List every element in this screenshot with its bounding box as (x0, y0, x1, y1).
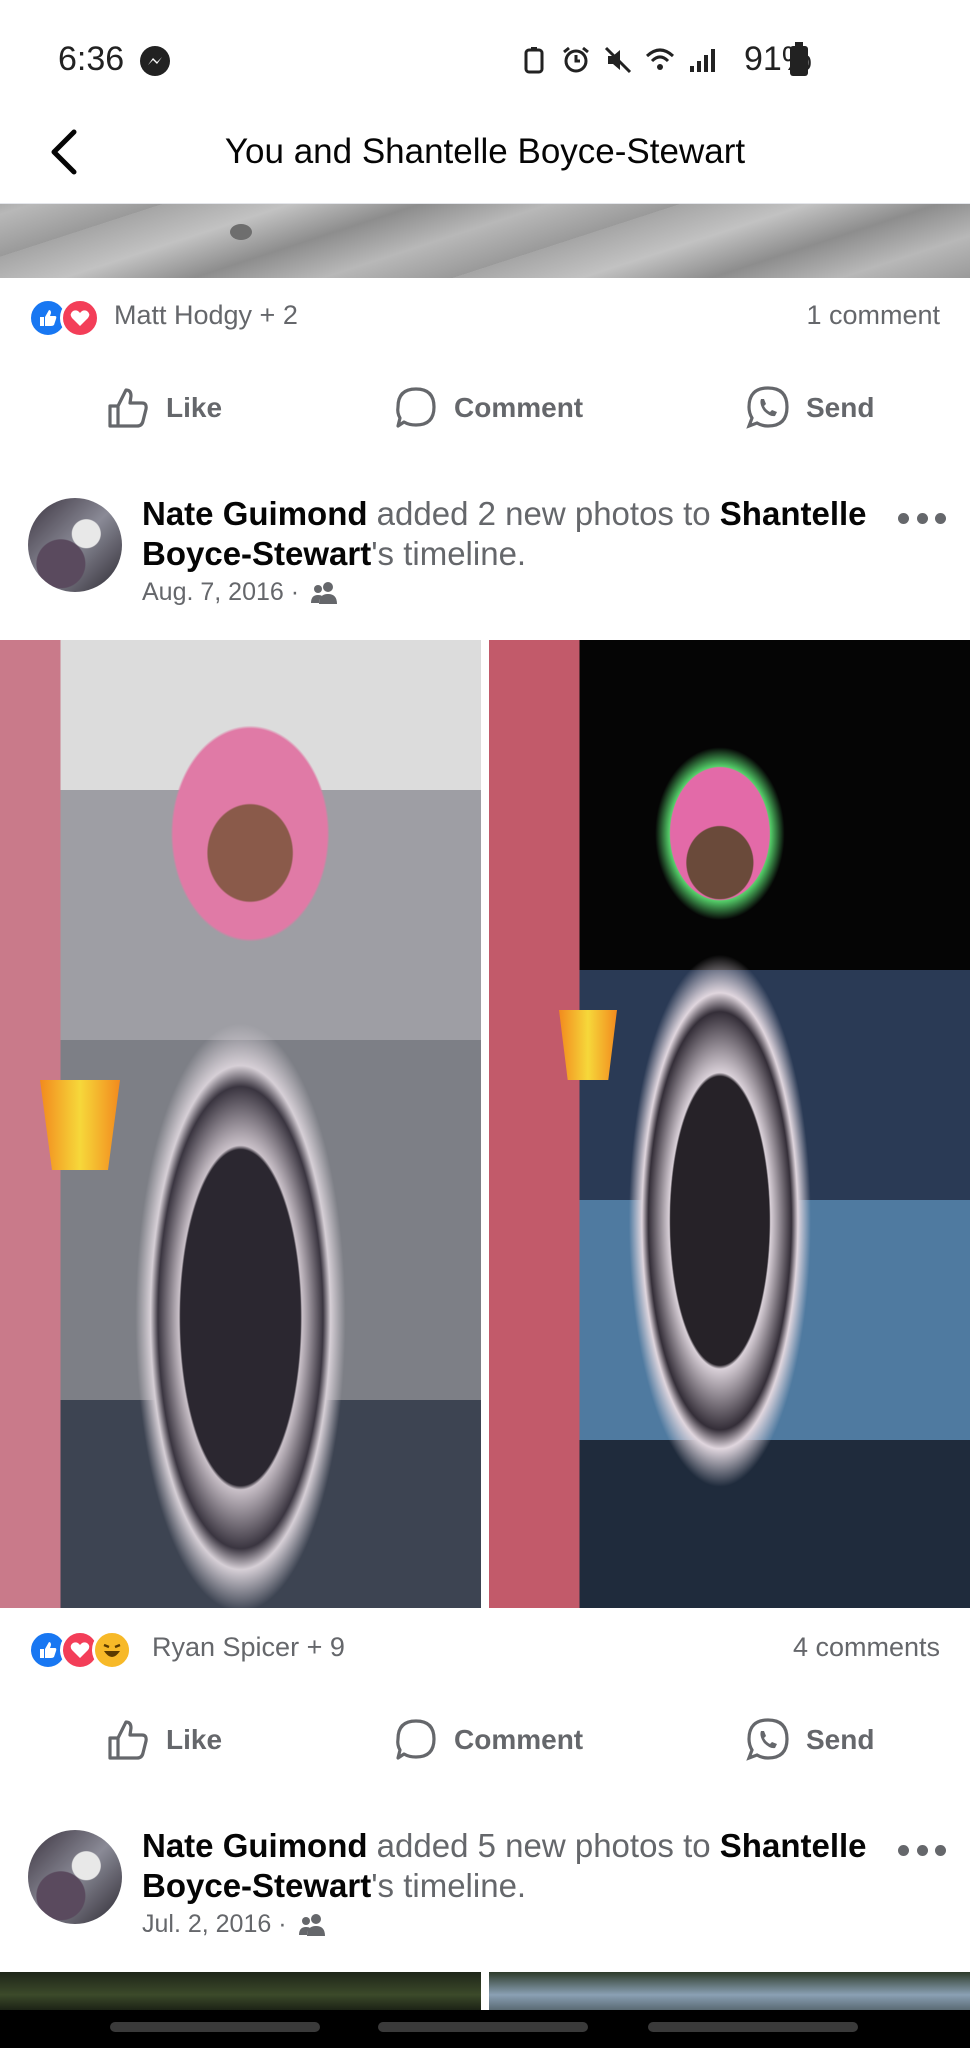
post-photo[interactable] (489, 640, 970, 1608)
post-meta: Jul. 2, 2016 · (142, 1910, 327, 1939)
post-actions: Like Comment Send (0, 362, 970, 452)
reaction-names: Ryan Spicer + 9 (152, 1632, 345, 1662)
nav-gesture-pill[interactable] (110, 2022, 320, 2032)
friends-icon (298, 1913, 325, 1936)
post-header: Nate Guimond added 5 new photos to Shant… (0, 1826, 970, 1976)
love-reaction-icon (60, 298, 100, 338)
nav-gesture-pill[interactable] (378, 2022, 588, 2032)
comment-button[interactable]: Comment (392, 1716, 583, 1764)
signal-icon (690, 49, 715, 72)
photo-grid (0, 1972, 970, 2010)
friends-icon (311, 581, 338, 604)
cup-shape (40, 1080, 120, 1170)
post-photo[interactable] (0, 1972, 481, 2010)
page-title: You and Shantelle Boyce-Stewart (224, 132, 746, 171)
alarm-icon (563, 46, 589, 73)
like-label: Like (166, 1724, 223, 1755)
nfc-icon (524, 47, 544, 74)
comment-icon (396, 387, 436, 428)
post-header: Nate Guimond added 2 new photos to Shant… (0, 494, 970, 644)
cup-shape (559, 1010, 617, 1080)
whatsapp-send-icon (746, 386, 789, 429)
reactions-summary[interactable]: Matt Hodgy + 2 1 comment (0, 286, 970, 346)
mute-icon (604, 46, 632, 74)
send-button[interactable]: Send (744, 1716, 874, 1764)
comment-label: Comment (454, 392, 584, 423)
post-photo[interactable] (0, 204, 970, 278)
battery-icon (790, 42, 808, 76)
post-title: Nate Guimond added 5 new photos to Shant… (142, 1826, 872, 1906)
author-name[interactable]: Nate Guimond (142, 1827, 368, 1864)
post-date[interactable]: Aug. 7, 2016 · (142, 578, 299, 607)
more-options-button[interactable] (898, 1840, 946, 1860)
wifi-icon (645, 48, 675, 70)
post-photo[interactable] (0, 640, 481, 1608)
haha-reaction-icon (92, 1630, 132, 1670)
nav-gesture-pill[interactable] (648, 2022, 858, 2032)
more-dot (916, 512, 928, 524)
more-dot (916, 1844, 928, 1856)
avatar[interactable] (28, 498, 122, 592)
post-date[interactable]: Jul. 2, 2016 · (142, 1910, 287, 1939)
comment-label: Comment (454, 1724, 584, 1755)
like-icon (108, 388, 148, 428)
whatsapp-send-icon (746, 1718, 789, 1761)
like-button[interactable]: Like (104, 1716, 222, 1764)
post-actions: Like Comment Send (0, 1694, 970, 1784)
like-button[interactable]: Like (104, 384, 222, 432)
like-icon (108, 1720, 148, 1760)
post-suffix-text: 's timeline. (371, 1867, 527, 1904)
comment-count[interactable]: 4 comments (793, 1632, 940, 1663)
post-suffix-text: 's timeline. (371, 535, 527, 572)
comment-count[interactable]: 1 comment (806, 300, 940, 331)
post-meta: Aug. 7, 2016 · (142, 578, 339, 607)
status-icons (518, 44, 718, 76)
comment-icon (396, 1719, 436, 1760)
post-title: Nate Guimond added 2 new photos to Shant… (142, 494, 872, 574)
comment-button[interactable]: Comment (392, 384, 583, 432)
send-label: Send (806, 1724, 875, 1755)
avatar[interactable] (28, 1830, 122, 1924)
messenger-icon (140, 46, 170, 76)
app-header: You and Shantelle Boyce-Stewart (0, 100, 970, 204)
status-time: 6:36 (58, 40, 125, 78)
more-dot (935, 512, 946, 524)
send-button[interactable]: Send (744, 384, 874, 432)
reaction-icons (28, 298, 100, 338)
more-dot (898, 512, 909, 524)
post-action-text: added 2 new photos to (367, 495, 720, 532)
post-photo[interactable] (489, 1972, 970, 2010)
more-dot (935, 1844, 946, 1856)
like-label: Like (166, 392, 223, 423)
post-action-text: added 5 new photos to (367, 1827, 720, 1864)
photo-grid (0, 640, 970, 1608)
reaction-names: Matt Hodgy + 2 (114, 300, 298, 330)
more-dot (898, 1844, 909, 1856)
send-label: Send (806, 392, 875, 423)
reactions-summary[interactable]: Ryan Spicer + 9 4 comments (0, 1618, 970, 1678)
reaction-icons (28, 1630, 132, 1670)
author-name[interactable]: Nate Guimond (142, 495, 368, 532)
system-navigation-bar (0, 2010, 970, 2048)
more-options-button[interactable] (898, 508, 946, 528)
